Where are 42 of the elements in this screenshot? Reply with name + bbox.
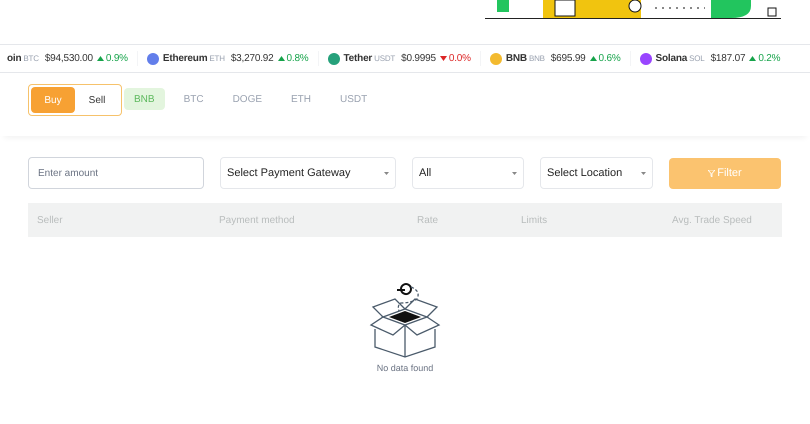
coin-price: $0.9995: [401, 52, 436, 66]
coin-name: Tether: [344, 52, 372, 66]
empty-box-icon: [369, 281, 441, 359]
coin-name: BNB: [506, 52, 527, 66]
coin-price: $695.99: [550, 52, 586, 66]
coin-symbol: SOL: [689, 52, 705, 64]
coin-name: Solana: [656, 52, 688, 66]
filter-icon: [708, 170, 716, 176]
coin-symbol: BTC: [23, 52, 39, 64]
coin-name: oin: [7, 52, 22, 66]
coin-tab[interactable]: BNB: [124, 88, 165, 110]
column-header: Limits: [521, 214, 548, 228]
empty-message: No data found: [376, 362, 434, 375]
price-change: 0.0%: [448, 52, 471, 66]
caret-icon: [512, 172, 517, 174]
dropdown[interactable]: Select Location: [540, 157, 653, 189]
caret-icon: [641, 172, 646, 174]
coin-tab[interactable]: USDT: [330, 88, 378, 110]
caret-icon: [384, 172, 389, 174]
column-header: Rate: [417, 214, 440, 228]
price-change: 0.8%: [286, 52, 308, 66]
coin-tab[interactable]: DOGE: [222, 88, 272, 110]
price-change: 0.9%: [106, 52, 128, 66]
dropdown[interactable]: Select Payment Gateway: [220, 157, 396, 189]
coin-symbol: BNB: [528, 52, 545, 64]
coin-price: $3,270.92: [230, 52, 274, 66]
coin-symbol: ETH: [209, 52, 225, 64]
coin-price: $187.07: [710, 52, 746, 66]
price-change: 0.6%: [598, 52, 621, 66]
column-header: Avg. Trade Speed: [672, 214, 753, 228]
column-header: Payment method: [219, 214, 296, 228]
coin-tab[interactable]: ETH: [281, 88, 322, 110]
coin-symbol: USDT: [374, 52, 396, 64]
coin-tab[interactable]: BTC: [174, 88, 214, 110]
filter-button[interactable]: Filter: [669, 158, 781, 188]
coin-name: Ethereum: [162, 52, 208, 66]
coin-price: $94,530.00: [44, 52, 93, 66]
trade-tab[interactable]: Buy: [31, 87, 75, 113]
column-header: Seller: [37, 214, 64, 228]
amount-field[interactable]: Enter amount: [28, 157, 204, 189]
price-change: 0.2%: [758, 52, 780, 66]
dropdown[interactable]: All: [412, 157, 524, 189]
